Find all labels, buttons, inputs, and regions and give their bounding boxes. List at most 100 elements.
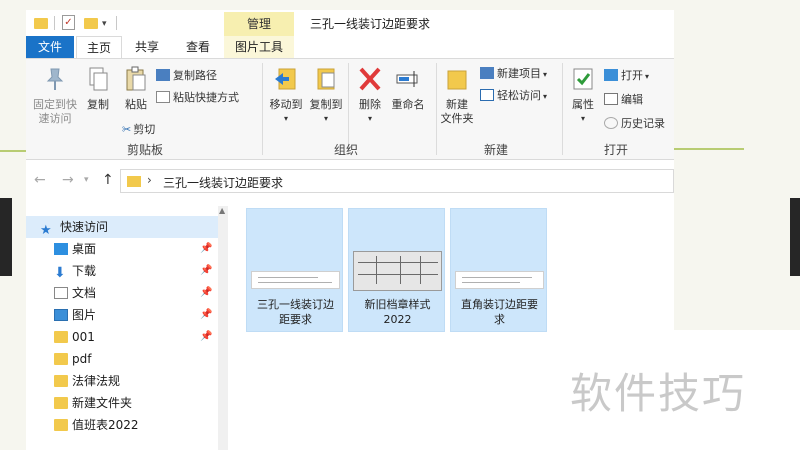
copy-path-button[interactable]: 复制路径 — [156, 69, 217, 83]
file-thumbnail — [251, 271, 340, 289]
delete-dropdown-icon: ▾ — [367, 114, 372, 123]
thumbnail-text-line — [462, 282, 520, 283]
rename-icon — [396, 71, 418, 87]
thumbnail-grid-line — [358, 262, 438, 263]
copy-icon — [89, 67, 108, 91]
scroll-up-arrow-icon[interactable]: ▲ — [219, 206, 225, 215]
customize-quick-access-chevron-icon[interactable]: ▾ — [102, 16, 107, 32]
new-item-button[interactable]: 新建项目 ▾ — [480, 67, 547, 82]
rename-button[interactable]: 重命名 — [388, 65, 428, 112]
pin-icon[interactable]: 📌 — [200, 326, 212, 348]
nav-item-duty-roster-2022[interactable]: 值班表2022 — [26, 414, 218, 436]
navigation-pane: ★ 快速访问 桌面 📌 ⬇ 下载 📌 文档 📌 图片 📌 001 📌 pdf 法… — [26, 206, 228, 450]
copy-to-dropdown-icon: ▾ — [323, 114, 328, 123]
watermark-text: 软件技巧 — [570, 369, 747, 418]
pin-icon — [46, 68, 64, 90]
tab-picture-tools[interactable]: 图片工具 — [224, 36, 294, 58]
new-folder-quick-icon[interactable] — [84, 18, 98, 29]
move-to-button[interactable]: 移动到 ▾ — [266, 65, 306, 126]
new-item-dropdown-icon: ▾ — [543, 70, 548, 79]
file-thumbnail — [353, 251, 442, 291]
thumbnail-grid-line — [420, 256, 421, 284]
clipboard-group-label: 剪贴板 — [126, 143, 163, 157]
tab-file[interactable]: 文件 — [26, 36, 74, 58]
new-folder-icon — [447, 70, 467, 90]
delete-button[interactable]: 删除 ▾ — [352, 65, 388, 126]
nav-item-001[interactable]: 001 📌 — [26, 326, 218, 348]
file-item[interactable]: 三孔一线装订边 距要求 — [246, 208, 343, 332]
pin-icon[interactable]: 📌 — [200, 304, 212, 326]
pin-icon[interactable]: 📌 — [200, 282, 212, 304]
nav-item-pdf[interactable]: pdf — [26, 348, 218, 370]
breadcrumb-current-folder[interactable]: 三孔一线装订边距要求 — [163, 174, 283, 191]
toolbar-divider — [54, 16, 55, 30]
paste-icon — [126, 66, 146, 91]
folder-icon — [54, 375, 68, 387]
scissors-icon: ✂ — [122, 123, 132, 136]
paste-shortcut-button[interactable]: 粘贴快捷方式 — [156, 91, 239, 105]
open-button[interactable]: 打开 ▾ — [604, 69, 649, 84]
pin-icon[interactable]: 📌 — [200, 260, 212, 282]
pin-to-quick-access-button[interactable]: 固定到快 速访问 — [30, 65, 80, 126]
copy-to-button[interactable]: 复制到 ▾ — [306, 65, 346, 126]
back-arrow-icon[interactable]: ← — [34, 172, 46, 188]
address-bar[interactable]: › 三孔一线装订边距要求 — [120, 169, 674, 193]
slide-side-tab-right — [790, 198, 800, 276]
cut-button[interactable]: ✂ 剪切 — [122, 123, 155, 137]
paste-shortcut-icon — [156, 91, 170, 103]
toolbar-divider — [116, 16, 117, 30]
file-item[interactable]: 直角装订边距要 求 — [450, 208, 547, 332]
breadcrumb-chevron-icon[interactable]: › — [147, 173, 152, 187]
folder-icon — [127, 176, 141, 187]
folder-icon — [34, 18, 48, 29]
folder-icon — [54, 353, 68, 365]
copy-to-icon — [317, 68, 335, 90]
new-folder-button[interactable]: 新建 文件夹 — [438, 65, 476, 126]
forward-arrow-icon[interactable]: → — [62, 172, 74, 188]
move-to-icon — [275, 68, 296, 90]
properties-button[interactable]: 属性 ▾ — [566, 65, 600, 126]
navigation-scrollbar[interactable]: ▲ — [218, 206, 228, 450]
edit-icon — [604, 93, 618, 105]
up-arrow-icon[interactable]: ↑ — [102, 172, 114, 188]
thumbnail-grid-line — [400, 256, 401, 284]
file-item[interactable]: 新旧档章样式 2022 — [348, 208, 445, 332]
nav-item-documents[interactable]: 文档 📌 — [26, 282, 218, 304]
easy-access-button[interactable]: 轻松访问 ▾ — [480, 89, 547, 104]
folder-icon — [54, 397, 68, 409]
edit-button[interactable]: 编辑 — [604, 93, 643, 107]
open-image-icon — [604, 69, 618, 81]
nav-item-new-folder[interactable]: 新建文件夹 — [26, 392, 218, 414]
properties-check-icon[interactable]: ✓ — [62, 15, 75, 30]
copy-button[interactable]: 复制 — [80, 65, 116, 112]
thumbnail-text-line — [462, 277, 532, 278]
slide-accent-line-right — [672, 148, 744, 150]
easy-access-icon — [480, 89, 494, 101]
download-arrow-icon: ⬇ — [54, 265, 66, 281]
nav-item-pictures[interactable]: 图片 📌 — [26, 304, 218, 326]
properties-icon — [573, 68, 593, 90]
manage-context-tab[interactable]: 管理 — [224, 12, 294, 36]
history-button[interactable]: 历史记录 — [604, 117, 665, 131]
slide-side-tab-left — [0, 198, 12, 276]
nav-item-desktop[interactable]: 桌面 📌 — [26, 238, 218, 260]
recent-locations-chevron-icon[interactable]: ▾ — [84, 175, 89, 185]
thumbnail-grid-line — [376, 256, 377, 284]
new-group-label: 新建 — [483, 143, 508, 157]
folder-icon — [54, 331, 68, 343]
pin-icon[interactable]: 📌 — [200, 238, 212, 260]
file-name: 三孔一线装订边 距要求 — [257, 298, 334, 326]
ribbon-group-divider — [562, 63, 563, 155]
tab-share[interactable]: 共享 — [124, 36, 170, 58]
tab-view[interactable]: 查看 — [172, 36, 224, 58]
nav-item-laws[interactable]: 法律法规 — [26, 370, 218, 392]
new-item-icon — [480, 67, 494, 79]
paste-button[interactable]: 粘贴 — [118, 65, 154, 112]
ribbon-tabs: 文件 主页 共享 查看 图片工具 — [26, 36, 674, 58]
tab-home[interactable]: 主页 — [76, 36, 122, 58]
desktop-icon — [54, 243, 68, 255]
navigation-bar: ← → ▾ ↑ › 三孔一线装订边距要求 — [26, 166, 674, 196]
pictures-icon — [54, 309, 68, 321]
nav-quick-access[interactable]: ★ 快速访问 — [26, 216, 218, 238]
nav-item-downloads[interactable]: ⬇ 下载 📌 — [26, 260, 218, 282]
